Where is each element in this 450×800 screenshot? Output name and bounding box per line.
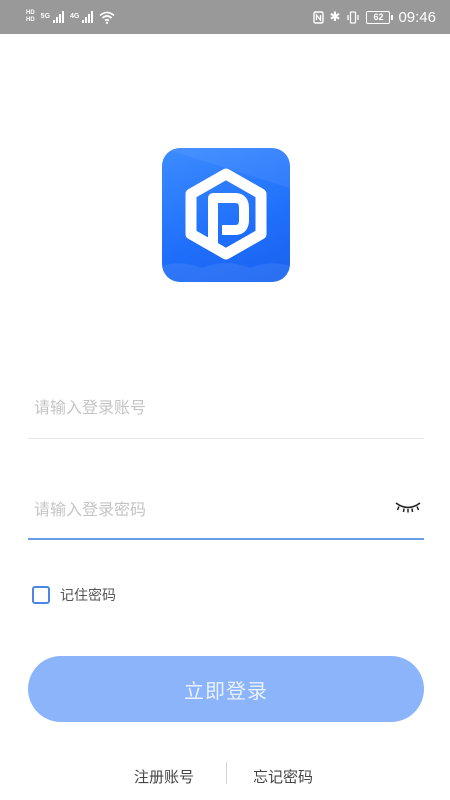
- remember-checkbox[interactable]: [32, 586, 50, 604]
- account-field-row: [28, 384, 424, 430]
- password-field-row: [28, 486, 424, 532]
- wifi-icon: [99, 11, 115, 24]
- forgot-password-link[interactable]: 忘记密码: [253, 766, 313, 787]
- clock: 09:46: [398, 8, 436, 26]
- battery-icon: 62: [366, 10, 394, 24]
- hd-network-icon: HD HD: [26, 10, 35, 23]
- status-right: ✱ 62 09:46: [312, 8, 436, 26]
- app-logo: [162, 148, 290, 282]
- remember-password-row[interactable]: 记住密码: [32, 585, 116, 605]
- eye-closed-icon[interactable]: [394, 500, 422, 514]
- login-screen: HD HD 5G 4G ✱ 62 09:46 请输入登录账号 记住密码 立即登录…: [0, 0, 450, 800]
- signal-icon: [53, 11, 65, 23]
- sim2-network-label: 4G: [70, 13, 80, 20]
- link-divider: [226, 762, 227, 784]
- password-input[interactable]: [28, 499, 424, 519]
- signal-icon: [82, 11, 94, 23]
- bluetooth-icon: ✱: [329, 9, 341, 24]
- remember-label: 记住密码: [60, 588, 116, 604]
- register-link[interactable]: 注册账号: [134, 766, 194, 787]
- nfc-icon: [312, 10, 324, 24]
- hexagon-p-logo-icon: [162, 148, 290, 282]
- account-underline: [28, 438, 424, 439]
- sim1-network-label: 5G: [40, 13, 51, 20]
- battery-level: 62: [373, 12, 384, 22]
- vibrate-icon: [347, 10, 360, 24]
- bottom-links: 注册账号 忘记密码: [0, 762, 450, 788]
- account-input[interactable]: [28, 397, 424, 417]
- login-button[interactable]: 立即登录: [28, 656, 424, 722]
- password-underline: [28, 538, 424, 540]
- status-left: HD HD 5G 4G: [26, 10, 115, 24]
- status-bar: HD HD 5G 4G ✱ 62 09:46: [0, 0, 450, 34]
